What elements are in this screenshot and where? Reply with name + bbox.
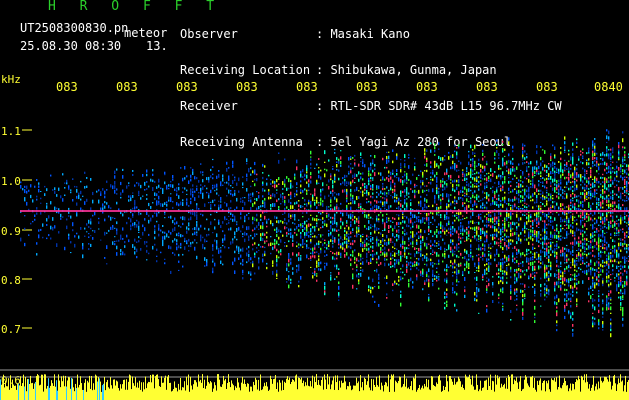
date-time: 25.08.30 08:30 [20,39,122,53]
spectrogram [0,129,629,400]
time-tick: 083 [536,80,558,94]
frequency-unit: kHz [1,73,21,86]
spectrogram-noise [20,129,629,338]
time-tick: 083 [176,80,198,94]
time-tick: 083 [476,80,498,94]
info-observer: Observer: Masaki Kano [180,27,410,41]
time-tick: 083 [236,80,258,94]
level-bars [0,374,629,400]
time-tick: 0840 [594,80,623,94]
time-tick: 083 [56,80,78,94]
time-tick: 083 [296,80,318,94]
file-name: UT2508300830.pn [20,21,129,35]
time-tick: 083 [356,80,378,94]
time-tick: 083 [116,80,138,94]
info-location: Receiving Location: Shibukawa, Gunma, Ja… [180,63,497,77]
time-tick: 083 [416,80,438,94]
level-guides [0,369,629,378]
meteor-label: meteor [124,26,168,40]
tick-marks [22,129,32,329]
meteor-count: 13. [146,39,168,53]
